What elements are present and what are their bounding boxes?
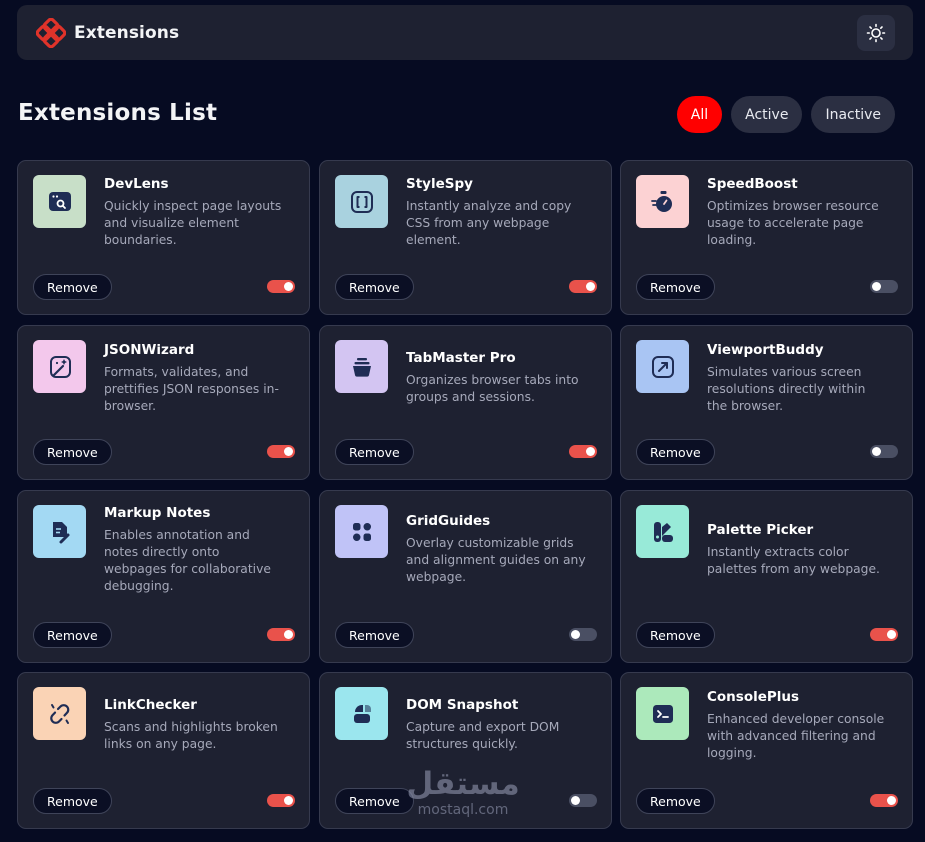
extension-description: Capture and export DOM structures quickl… bbox=[406, 720, 560, 751]
toggle-knob bbox=[887, 630, 896, 639]
remove-button[interactable]: Remove bbox=[636, 439, 715, 465]
extension-name: ConsolePlus bbox=[707, 689, 800, 705]
remove-button[interactable]: Remove bbox=[335, 622, 414, 648]
extension-card-consoleplus: ConsolePlus Enhanced developer console wi… bbox=[620, 672, 913, 829]
extension-description: Instantly extracts color palettes from a… bbox=[707, 545, 880, 576]
active-toggle[interactable] bbox=[267, 280, 295, 293]
toggle-knob bbox=[284, 447, 293, 456]
remove-button[interactable]: Remove bbox=[636, 274, 715, 300]
extension-description: Enables annotation and notes directly on… bbox=[104, 528, 271, 593]
brand: Extensions bbox=[36, 17, 180, 48]
active-toggle[interactable] bbox=[569, 794, 597, 807]
extension-name: StyleSpy bbox=[406, 176, 473, 192]
page-title: Extensions List bbox=[18, 100, 218, 126]
extension-name: DOM Snapshot bbox=[406, 697, 519, 713]
remove-button[interactable]: Remove bbox=[636, 788, 715, 814]
terminal-icon bbox=[636, 687, 689, 740]
extension-description: Scans and highlights broken links on any… bbox=[104, 720, 278, 751]
snapshot-icon bbox=[335, 687, 388, 740]
extension-card-gridguides: GridGuides Overlay customizable grids and… bbox=[319, 490, 612, 663]
toggle-knob bbox=[284, 796, 293, 805]
extension-name: DevLens bbox=[104, 176, 169, 192]
extensions-logo-icon bbox=[36, 17, 66, 48]
brand-name: Extensions bbox=[74, 22, 180, 43]
toggle-knob bbox=[872, 447, 881, 456]
active-toggle[interactable] bbox=[870, 280, 898, 293]
remove-button[interactable]: Remove bbox=[33, 439, 112, 465]
toggle-knob bbox=[571, 630, 580, 639]
filter-all-button[interactable]: All bbox=[676, 96, 723, 133]
stopwatch-icon bbox=[636, 175, 689, 228]
extension-card-linkchecker: LinkChecker Scans and highlights broken l… bbox=[17, 672, 310, 829]
active-toggle[interactable] bbox=[870, 794, 898, 807]
extension-description: Formats, validates, and prettifies JSON … bbox=[104, 365, 279, 413]
remove-button[interactable]: Remove bbox=[335, 274, 414, 300]
extension-name: SpeedBoost bbox=[707, 176, 798, 192]
brackets-icon bbox=[335, 175, 388, 228]
extension-description: Instantly analyze and copy CSS from any … bbox=[406, 199, 572, 247]
remove-button[interactable]: Remove bbox=[335, 788, 414, 814]
filter-group: All Active Inactive bbox=[676, 96, 895, 133]
toggle-knob bbox=[284, 282, 293, 291]
extension-card-palette-picker: Palette Picker Instantly extracts color p… bbox=[620, 490, 913, 663]
extension-card-stylespy: StyleSpy Instantly analyze and copy CSS f… bbox=[319, 160, 612, 315]
remove-button[interactable]: Remove bbox=[33, 788, 112, 814]
remove-button[interactable]: Remove bbox=[335, 439, 414, 465]
extension-card-tabmaster-pro: TabMaster Pro Organizes browser tabs into… bbox=[319, 325, 612, 480]
remove-button[interactable]: Remove bbox=[33, 274, 112, 300]
extension-description: Organizes browser tabs into groups and s… bbox=[406, 373, 579, 404]
note-edit-icon bbox=[33, 505, 86, 558]
toggle-knob bbox=[586, 447, 595, 456]
sun-icon bbox=[866, 23, 886, 42]
toggle-knob bbox=[284, 630, 293, 639]
extension-description: Optimizes browser resource usage to acce… bbox=[707, 199, 879, 247]
extension-card-jsonwizard: JSONWizard Formats, validates, and pretti… bbox=[17, 325, 310, 480]
extension-name: LinkChecker bbox=[104, 697, 197, 713]
extension-card-dom-snapshot: DOM Snapshot Capture and export DOM struc… bbox=[319, 672, 612, 829]
palette-icon bbox=[636, 505, 689, 558]
extension-description: Enhanced developer console with advanced… bbox=[707, 712, 885, 760]
active-toggle[interactable] bbox=[569, 628, 597, 641]
active-toggle[interactable] bbox=[267, 445, 295, 458]
grid-icon bbox=[335, 505, 388, 558]
top-bar: Extensions bbox=[17, 5, 913, 60]
resize-arrow-icon bbox=[636, 340, 689, 393]
extension-name: ViewportBuddy bbox=[707, 342, 824, 358]
extension-description: Overlay customizable grids and alignment… bbox=[406, 536, 586, 584]
active-toggle[interactable] bbox=[267, 794, 295, 807]
active-toggle[interactable] bbox=[870, 445, 898, 458]
toggle-knob bbox=[872, 282, 881, 291]
extension-name: Palette Picker bbox=[707, 522, 814, 538]
extension-name: JSONWizard bbox=[104, 342, 195, 358]
toggle-knob bbox=[887, 796, 896, 805]
active-toggle[interactable] bbox=[267, 628, 295, 641]
extension-name: Markup Notes bbox=[104, 505, 211, 521]
extension-card-devlens: DevLens Quickly inspect page layouts and … bbox=[17, 160, 310, 315]
active-toggle[interactable] bbox=[569, 445, 597, 458]
extension-description: Simulates various screen resolutions dir… bbox=[707, 365, 866, 413]
magic-wand-icon bbox=[33, 340, 86, 393]
extension-card-markup-notes: Markup Notes Enables annotation and notes… bbox=[17, 490, 310, 663]
extension-description: Quickly inspect page layouts and visuali… bbox=[104, 199, 282, 247]
extension-name: GridGuides bbox=[406, 513, 491, 529]
filter-active-button[interactable]: Active bbox=[731, 96, 803, 133]
stacked-tabs-icon bbox=[335, 340, 388, 393]
extension-name: TabMaster Pro bbox=[406, 350, 516, 366]
browser-search-icon bbox=[33, 175, 86, 228]
broken-link-icon bbox=[33, 687, 86, 740]
theme-toggle-button[interactable] bbox=[857, 14, 895, 51]
active-toggle[interactable] bbox=[569, 280, 597, 293]
extension-card-viewportbuddy: ViewportBuddy Simulates various screen re… bbox=[620, 325, 913, 480]
remove-button[interactable]: Remove bbox=[636, 622, 715, 648]
extension-card-speedboost: SpeedBoost Optimizes browser resource usa… bbox=[620, 160, 913, 315]
filter-inactive-button[interactable]: Inactive bbox=[811, 96, 895, 133]
active-toggle[interactable] bbox=[870, 628, 898, 641]
remove-button[interactable]: Remove bbox=[33, 622, 112, 648]
toggle-knob bbox=[586, 282, 595, 291]
toggle-knob bbox=[571, 796, 580, 805]
